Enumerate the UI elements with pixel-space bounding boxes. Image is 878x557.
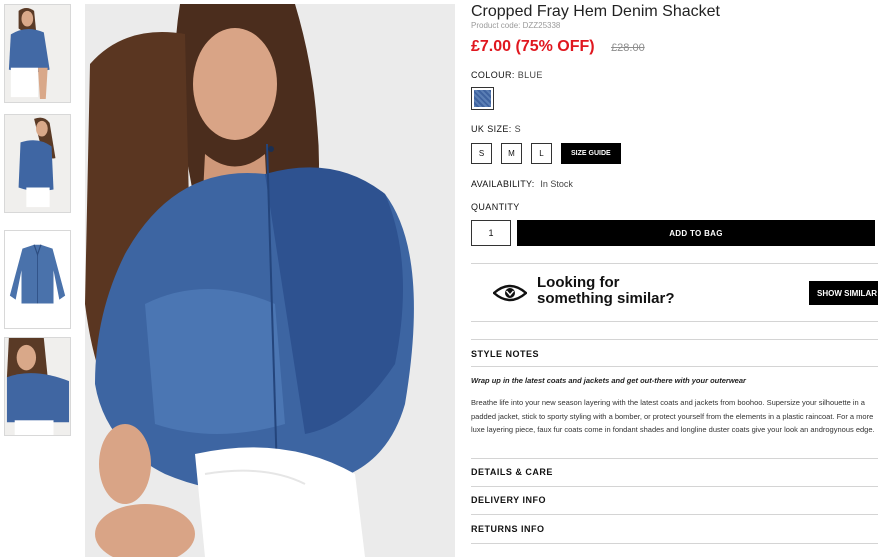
size-value: S: [514, 124, 522, 134]
current-price: £7.00 (75% OFF): [471, 38, 595, 55]
swatch-fill: [474, 90, 491, 107]
colour-label: COLOUR:: [471, 70, 515, 80]
product-details: Cropped Fray Hem Denim Shacket Product c…: [471, 0, 878, 557]
thumbnail-side-model[interactable]: [4, 114, 71, 213]
colour-swatch-blue[interactable]: [471, 87, 494, 110]
delivery-info-heading[interactable]: DELIVERY INFO: [471, 495, 546, 505]
availability: AVAILABILITY: In Stock: [471, 179, 573, 189]
size-option-l[interactable]: L: [531, 143, 552, 164]
availability-value: In Stock: [540, 179, 573, 189]
size-options: S M L SIZE GUIDE: [471, 143, 621, 164]
divider: [471, 366, 878, 367]
divider: [471, 321, 878, 322]
add-to-bag-button[interactable]: ADD TO BAG: [517, 220, 875, 246]
size-label-row: UK SIZE: S: [471, 124, 521, 134]
similar-line-2: something similar?: [537, 290, 675, 307]
show-similar-button[interactable]: SHOW SIMILAR: [809, 281, 878, 305]
size-label: UK SIZE:: [471, 124, 512, 134]
style-notes-body: Breathe life into your new season layeri…: [471, 398, 875, 434]
price-row: £7.00 (75% OFF) £28.00: [471, 38, 645, 56]
divider: [471, 458, 878, 459]
size-guide-button[interactable]: SIZE GUIDE: [561, 143, 621, 164]
colour-label-row: COLOUR: BLUE: [471, 70, 543, 80]
size-option-s[interactable]: S: [471, 143, 492, 164]
thumbnail-closeup-model[interactable]: [4, 337, 71, 436]
divider: [471, 543, 878, 544]
returns-info-heading[interactable]: RETURNS INFO: [471, 524, 545, 534]
size-option-m[interactable]: M: [501, 143, 522, 164]
divider: [471, 514, 878, 515]
divider: [471, 339, 878, 340]
details-care-heading[interactable]: DETAILS & CARE: [471, 467, 553, 477]
thumbnail-front-model[interactable]: [4, 4, 71, 103]
original-price: £28.00: [611, 42, 645, 54]
product-code: Product code: DZZ25338: [471, 21, 561, 30]
divider: [471, 486, 878, 487]
product-title: Cropped Fray Hem Denim Shacket: [471, 3, 720, 20]
thumbnail-flat-jacket[interactable]: [4, 230, 71, 329]
style-notes-heading[interactable]: STYLE NOTES: [471, 349, 539, 359]
similar-products-banner: Looking for something similar? SHOW SIMI…: [471, 264, 878, 322]
similar-line-1: Looking for: [537, 274, 620, 291]
style-notes-intro: Wrap up in the latest coats and jackets …: [471, 376, 746, 385]
similar-text: Looking for something similar?: [537, 275, 675, 307]
quantity-input[interactable]: [471, 220, 511, 246]
availability-label: AVAILABILITY:: [471, 179, 535, 189]
quantity-label: QUANTITY: [471, 202, 520, 212]
eye-icon: [493, 284, 527, 302]
main-product-image[interactable]: [85, 4, 455, 557]
colour-value: BLUE: [517, 70, 543, 80]
